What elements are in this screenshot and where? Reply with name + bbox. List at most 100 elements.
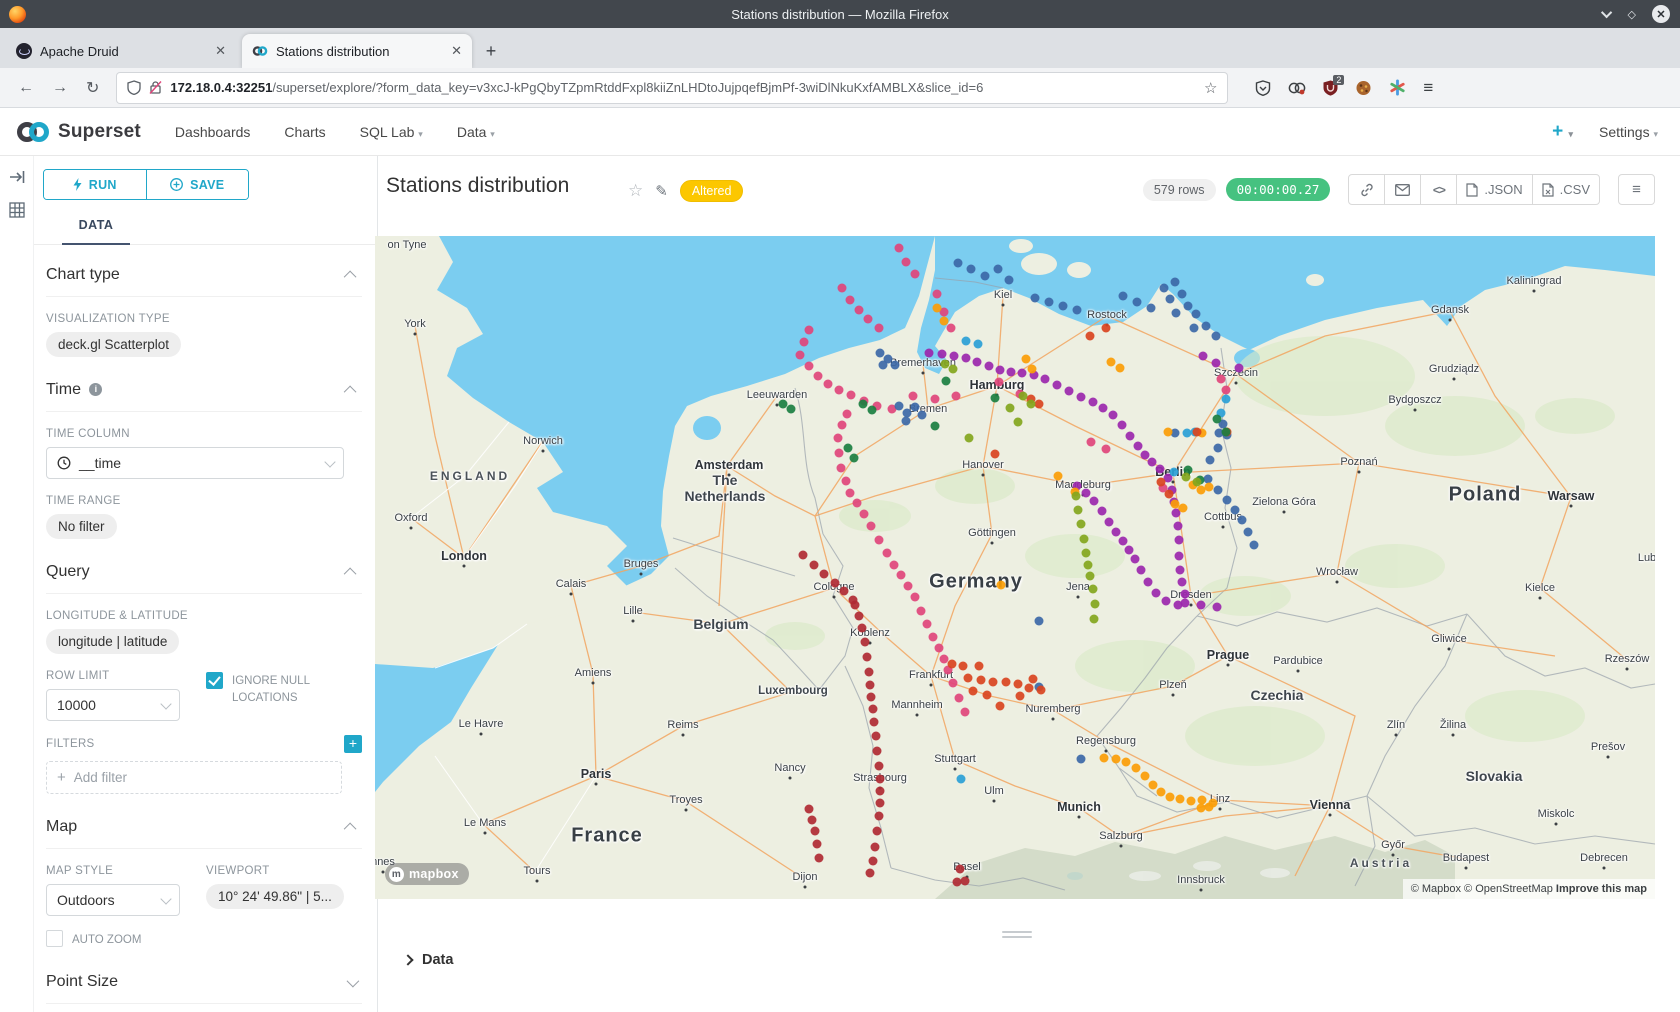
envelope-icon (1395, 184, 1410, 196)
data-point (954, 259, 963, 268)
auto-zoom-checkbox[interactable] (46, 930, 63, 947)
dataset-grid-icon[interactable] (9, 202, 25, 218)
data-point (949, 351, 958, 360)
data-point (948, 660, 957, 669)
data-point (937, 350, 946, 359)
pinwheel-extension-icon[interactable] (1389, 79, 1406, 96)
tab-close-icon[interactable]: ✕ (451, 43, 462, 59)
data-point (1171, 278, 1180, 287)
data-point (868, 406, 877, 415)
data-point (1029, 675, 1038, 684)
ignore-null-checkbox[interactable] (206, 672, 223, 689)
section-time[interactable]: Time i (46, 381, 362, 412)
data-point (850, 454, 859, 463)
tracking-shield-icon[interactable] (127, 80, 141, 95)
data-point (1086, 332, 1095, 341)
share-link-button[interactable] (1348, 174, 1385, 205)
lonlat-pill[interactable]: longitude | latitude (46, 629, 179, 654)
time-range-pill[interactable]: No filter (46, 514, 117, 539)
add-filter-plus-button[interactable]: + (344, 735, 362, 753)
data-point (949, 365, 958, 374)
viz-type-pill[interactable]: deck.gl Scatterplot (46, 332, 181, 357)
tab-close-icon[interactable]: ✕ (215, 43, 226, 59)
data-point (1166, 792, 1175, 801)
nav-charts[interactable]: Charts (284, 124, 325, 140)
map-canvas[interactable]: on TyneYorkNorwichENGLANDOxfordLondonCal… (375, 236, 1655, 899)
tab-stations-distribution[interactable]: Stations distribution ✕ (242, 34, 472, 68)
data-point (961, 354, 970, 363)
data-point (1031, 294, 1040, 303)
nav-dashboards[interactable]: Dashboards (175, 124, 251, 140)
reload-button[interactable]: ↻ (86, 78, 99, 98)
section-point-size[interactable]: Point Size (46, 973, 362, 1004)
mask-extension-icon[interactable] (1288, 80, 1306, 96)
data-point (1173, 521, 1182, 530)
panel-scroll[interactable]: Chart type VISUALIZATION TYPE deck.gl Sc… (34, 246, 378, 1012)
data-point (1182, 473, 1191, 482)
nav-data[interactable]: Data ▾ (457, 124, 495, 140)
nav-settings[interactable]: Settings ▾ (1599, 124, 1658, 140)
data-point (1001, 678, 1010, 687)
embed-code-button[interactable]: <> (1420, 174, 1457, 205)
data-point (1175, 551, 1184, 560)
superset-favicon (252, 43, 268, 59)
add-new-button[interactable]: + ▾ (1552, 121, 1573, 143)
maximize-button[interactable]: ◇ (1628, 8, 1636, 21)
url-bar[interactable]: 172.18.0.4:32251/superset/explore/?form_… (117, 73, 1227, 103)
druid-favicon (16, 43, 32, 59)
download-json-button[interactable]: .JSON (1456, 174, 1532, 205)
lonlat-label: LONGITUDE & LATITUDE (46, 610, 362, 622)
data-point (1071, 492, 1080, 501)
data-point (965, 434, 974, 443)
data-point (1222, 395, 1231, 404)
superset-logo[interactable]: Superset (15, 120, 141, 144)
mapbox-logo[interactable]: m mapbox (385, 863, 469, 885)
time-column-select[interactable]: __time (46, 447, 344, 479)
favorite-star-icon[interactable]: ☆ (628, 181, 643, 201)
close-button[interactable]: ✕ (1652, 5, 1670, 23)
section-query[interactable]: Query (46, 563, 362, 594)
data-point (1079, 535, 1088, 544)
chart-menu-button[interactable]: ≡ (1618, 174, 1655, 205)
tab-apache-druid[interactable]: Apache Druid ✕ (6, 34, 236, 68)
save-button[interactable]: SAVE (146, 170, 249, 199)
tab-data[interactable]: DATA (62, 218, 130, 232)
pocket-icon[interactable] (1255, 80, 1271, 96)
insecure-lock-icon[interactable] (149, 80, 162, 95)
data-point (1098, 506, 1107, 515)
data-point (1053, 381, 1062, 390)
resize-handle[interactable] (1002, 928, 1032, 941)
forward-button[interactable]: → (52, 79, 68, 97)
run-button[interactable]: RUN (44, 170, 146, 199)
data-point (1111, 528, 1120, 537)
data-point (1214, 444, 1223, 453)
menu-icon[interactable]: ≡ (1423, 78, 1433, 98)
data-point (1148, 780, 1157, 789)
ublock-icon[interactable]: 2 (1323, 80, 1338, 96)
data-panel-toggle[interactable]: Data (404, 952, 453, 968)
edit-title-icon[interactable]: ✎ (655, 182, 668, 200)
back-button[interactable]: ← (18, 79, 34, 97)
link-icon (1360, 183, 1374, 197)
add-filter-box[interactable]: +Add filter (46, 761, 342, 794)
data-point (1193, 428, 1202, 437)
data-point (1019, 392, 1028, 401)
nav-sql-lab[interactable]: SQL Lab ▾ (360, 124, 423, 140)
viewport-pill[interactable]: 10° 24' 49.86" | 5... (206, 884, 344, 909)
map-style-select[interactable]: Outdoors (46, 884, 180, 916)
data-point (973, 357, 982, 366)
bookmark-star-icon[interactable]: ☆ (1204, 79, 1217, 97)
email-button[interactable] (1384, 174, 1421, 205)
data-point (1156, 465, 1165, 474)
row-limit-select[interactable]: 10000 (46, 689, 180, 721)
download-csv-button[interactable]: .CSV (1532, 174, 1600, 205)
new-tab-button[interactable]: + (478, 38, 504, 64)
palette-extension-icon[interactable] (1355, 80, 1372, 96)
improve-map-link[interactable]: Improve this map (1556, 883, 1647, 895)
data-point (841, 477, 850, 486)
section-chart-type[interactable]: Chart type (46, 266, 362, 297)
section-map[interactable]: Map (46, 818, 362, 849)
data-point (917, 606, 926, 615)
superset-navbar: Superset Dashboards Charts SQL Lab ▾ Dat… (0, 108, 1680, 156)
collapse-panel-icon[interactable] (9, 170, 25, 184)
